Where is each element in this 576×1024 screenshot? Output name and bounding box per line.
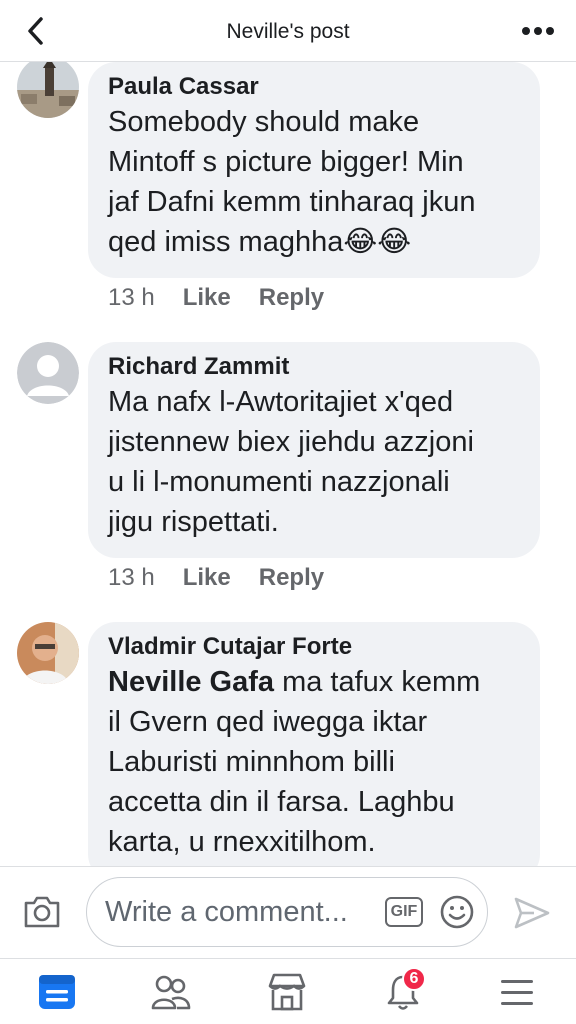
smiley-icon <box>440 895 474 929</box>
comment-author[interactable]: Vladmir Cutajar Forte <box>108 632 522 662</box>
avatar[interactable] <box>17 342 79 404</box>
camera-button[interactable] <box>22 894 62 930</box>
mention-link[interactable]: Neville Gafa <box>108 666 274 698</box>
comment-bubble[interactable]: Vladmir Cutajar Forte Neville Gafa ma ta… <box>88 622 540 866</box>
tower-photo-avatar <box>17 62 79 118</box>
comment-timestamp[interactable]: 13 h <box>108 284 155 312</box>
comment-composer: Write a comment... GIF <box>0 866 576 958</box>
friends-icon <box>151 975 191 1010</box>
reply-button[interactable]: Reply <box>259 564 324 592</box>
tab-menu[interactable] <box>492 969 542 1015</box>
comment-timestamp[interactable]: 13 h <box>108 564 155 592</box>
tab-news-feed[interactable] <box>32 969 82 1015</box>
menu-icon <box>501 980 533 1005</box>
comments-list: Paula Cassar Somebody should make Mintof… <box>0 62 576 866</box>
man-photo-avatar <box>17 622 79 684</box>
send-button[interactable] <box>512 893 552 933</box>
comment-text: Somebody should make Mintoff s picture b… <box>108 106 476 258</box>
avatar[interactable] <box>17 622 79 684</box>
comment-text: Neville Gafa ma tafux kemm il Gvern qed … <box>108 662 522 862</box>
comment-actions: 13 h Like Reply <box>108 564 352 592</box>
more-options-button[interactable] <box>518 20 558 42</box>
reply-button[interactable]: Reply <box>259 284 324 312</box>
marketplace-icon <box>268 973 306 1011</box>
comment-input[interactable]: Write a comment... GIF <box>86 877 488 947</box>
tab-notifications[interactable]: 6 <box>378 967 428 1015</box>
comment-bubble[interactable]: Richard Zammit Ma nafx l-Awtoritajiet x'… <box>88 342 540 558</box>
bottom-tab-bar: 6 <box>0 958 576 1024</box>
emoji-button[interactable] <box>439 894 475 930</box>
comment-actions: 13 h Like Reply <box>108 284 352 312</box>
notification-badge: 6 <box>402 967 426 991</box>
like-button[interactable]: Like <box>183 564 231 592</box>
tab-friends[interactable] <box>146 969 196 1015</box>
default-person-avatar <box>17 342 79 404</box>
comment-text: Ma nafx l-Awtoritajiet x'qed jistennew b… <box>108 386 474 538</box>
page-title: Neville's post <box>226 20 350 43</box>
top-bar: Neville's post <box>0 0 576 62</box>
comment-author[interactable]: Paula Cassar <box>108 72 522 102</box>
gif-button[interactable]: GIF <box>385 897 423 927</box>
avatar[interactable] <box>17 62 79 118</box>
comment-input-placeholder: Write a comment... <box>105 896 348 928</box>
news-feed-icon <box>39 975 75 1009</box>
send-icon <box>514 897 550 929</box>
camera-icon <box>24 896 60 928</box>
more-horizontal-icon <box>522 27 554 35</box>
like-button[interactable]: Like <box>183 284 231 312</box>
comment-bubble[interactable]: Paula Cassar Somebody should make Mintof… <box>88 62 540 278</box>
tab-marketplace[interactable] <box>262 969 312 1015</box>
comment-author[interactable]: Richard Zammit <box>108 352 522 382</box>
